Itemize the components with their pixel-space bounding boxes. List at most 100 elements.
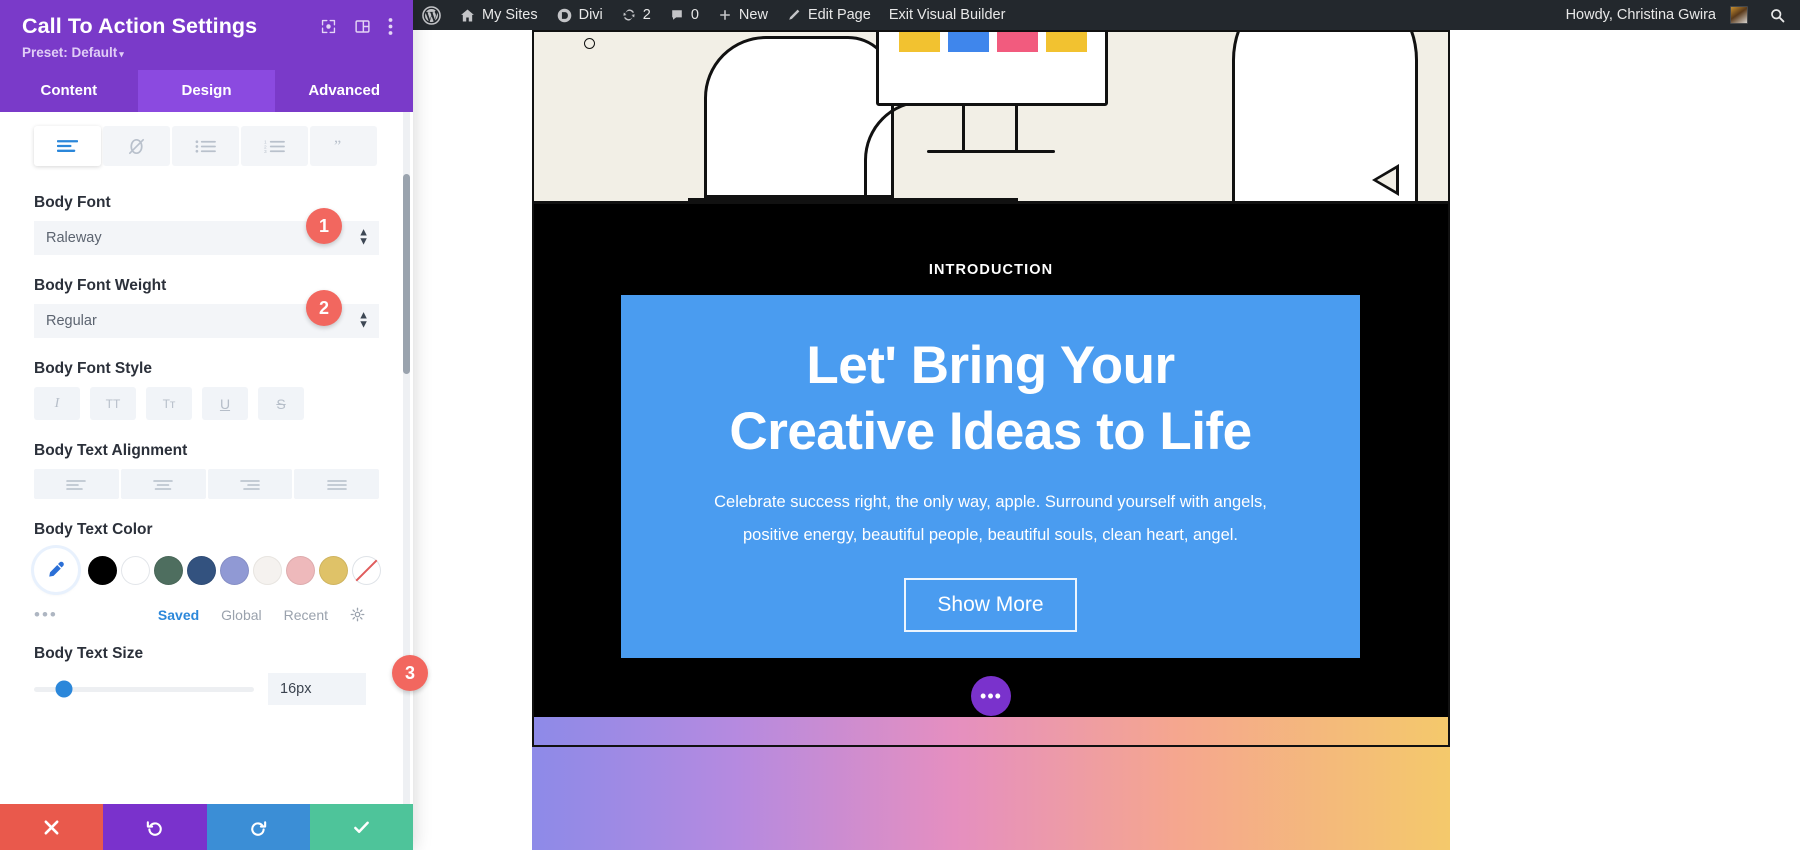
color-tab-recent[interactable]: Recent	[284, 607, 328, 623]
visual-builder-canvas: INTRODUCTION Let' Bring Your Creative Id…	[413, 30, 1800, 850]
module-actions-fab[interactable]: •••	[971, 676, 1011, 716]
cta-show-more-button[interactable]: Show More	[904, 578, 1076, 632]
admin-bar-howdy-label: Howdy, Christina Gwira	[1566, 7, 1716, 23]
field-body-font-style: Body Font Style I TT Tᴛ U S	[0, 360, 413, 420]
align-center-icon[interactable]	[121, 469, 206, 499]
slider-thumb[interactable]	[56, 681, 73, 698]
cta-body-text: Celebrate success right, the only way, a…	[714, 486, 1267, 552]
pencil-icon	[786, 7, 802, 23]
color-swatch-periwinkle[interactable]	[220, 556, 249, 585]
color-tab-global[interactable]: Global	[221, 607, 261, 623]
color-source-tabs: Saved Global Recent	[158, 607, 379, 623]
text-format-toolbar: 123 ”	[0, 112, 413, 172]
illustration-swatch-1	[899, 30, 940, 52]
admin-bar-my-sites-label: My Sites	[482, 7, 538, 23]
color-swatch-black[interactable]	[88, 556, 117, 585]
undo-button[interactable]	[103, 804, 206, 850]
plus-icon	[717, 7, 733, 23]
field-body-font: Body Font Raleway ▲▼	[0, 194, 413, 255]
svg-text:”: ”	[334, 138, 341, 154]
body-text-size-slider[interactable]	[34, 687, 254, 692]
color-swatch-none[interactable]	[352, 556, 381, 585]
color-swatch-white[interactable]	[121, 556, 150, 585]
field-body-font-weight: Body Font Weight Regular ▲▼	[0, 277, 413, 338]
field-body-text-size: Body Text Size 16px	[0, 645, 413, 705]
illustration-monitor-stand	[962, 106, 1018, 152]
play-triangle-inner-icon	[1377, 169, 1396, 191]
color-swatch-green[interactable]	[154, 556, 183, 585]
tab-content[interactable]: Content	[0, 70, 138, 112]
align-right-icon[interactable]	[208, 469, 293, 499]
settings-panel-header: Call To Action Settings Preset: Default▾	[0, 0, 413, 70]
field-body-text-color: Body Text Color •••	[0, 521, 413, 623]
target-expand-icon[interactable]	[320, 18, 337, 35]
body-text-alignment-options	[34, 469, 379, 499]
body-text-alignment-label: Body Text Alignment	[34, 442, 379, 460]
tab-advanced[interactable]: Advanced	[275, 70, 413, 112]
admin-bar-my-sites[interactable]: My Sites	[450, 0, 547, 30]
body-text-size-label: Body Text Size	[34, 645, 379, 663]
scrollbar-thumb[interactable]	[403, 174, 410, 374]
strikethrough-icon[interactable]: S	[258, 387, 304, 420]
blockquote-icon[interactable]: ”	[310, 126, 377, 166]
color-swatch-meta-row: ••• Saved Global Recent	[34, 606, 379, 623]
admin-bar-wordpress-logo[interactable]	[413, 0, 450, 30]
cancel-button[interactable]	[0, 804, 103, 850]
more-colors-icon[interactable]: •••	[34, 606, 58, 623]
color-swatch-offwhite[interactable]	[253, 556, 282, 585]
admin-bar-new[interactable]: New	[708, 0, 777, 30]
settings-tabs: Content Design Advanced	[0, 70, 413, 112]
color-swatch-navy[interactable]	[187, 556, 216, 585]
chevron-updown-icon: ▲▼	[358, 229, 369, 248]
illustration-monitor	[876, 30, 1108, 106]
svg-text:3: 3	[264, 149, 267, 154]
annotation-badge-2: 2	[306, 290, 342, 326]
section-drag-handle-dot[interactable]	[584, 38, 595, 49]
body-text-size-input[interactable]: 16px	[268, 673, 366, 705]
divi-icon	[556, 7, 573, 24]
admin-bar-howdy[interactable]: Howdy, Christina Gwira	[1557, 0, 1757, 30]
preset-selector[interactable]: Preset: Default▾	[22, 45, 397, 60]
admin-bar-search-button[interactable]	[1757, 7, 1800, 24]
color-swatch-row	[34, 548, 379, 592]
admin-bar-right-group: Howdy, Christina Gwira	[1557, 0, 1800, 30]
text-format-icon[interactable]	[34, 126, 101, 166]
color-swatch-gold[interactable]	[319, 556, 348, 585]
cta-body-line-1: Celebrate success right, the only way, a…	[714, 493, 1267, 511]
gear-icon[interactable]	[350, 607, 365, 622]
body-font-style-options: I TT Tᴛ U S	[34, 387, 379, 420]
wordpress-logo-icon	[422, 6, 441, 25]
gradient-footer-section	[532, 717, 1450, 850]
align-justify-icon[interactable]	[294, 469, 379, 499]
redo-button[interactable]	[207, 804, 310, 850]
uppercase-icon[interactable]: TT	[90, 387, 136, 420]
italic-icon[interactable]: I	[34, 387, 80, 420]
color-tab-saved[interactable]: Saved	[158, 607, 199, 623]
module-settings-panel: Call To Action Settings Preset: Default▾	[0, 0, 413, 850]
body-font-value: Raleway	[46, 230, 102, 246]
call-to-action-module[interactable]: Let' Bring Your Creative Ideas to Life C…	[621, 295, 1360, 658]
admin-bar-updates[interactable]: 2	[612, 0, 660, 30]
eyedropper-icon[interactable]	[34, 548, 78, 592]
numbered-list-icon[interactable]: 123	[241, 126, 308, 166]
updates-icon	[621, 7, 637, 23]
capitalize-icon[interactable]: Tᴛ	[146, 387, 192, 420]
bullet-list-icon[interactable]	[172, 126, 239, 166]
admin-bar-exit-label: Exit Visual Builder	[889, 7, 1006, 23]
admin-bar-divi[interactable]: Divi	[547, 0, 612, 30]
layout-columns-icon[interactable]	[354, 18, 371, 35]
color-swatch-pink[interactable]	[286, 556, 315, 585]
align-left-icon[interactable]	[34, 469, 119, 499]
tab-design[interactable]: Design	[138, 70, 276, 112]
kebab-menu-icon[interactable]	[388, 17, 393, 36]
admin-bar-exit-visual-builder[interactable]: Exit Visual Builder	[880, 0, 1015, 30]
save-button[interactable]	[310, 804, 413, 850]
panel-header-icon-group	[320, 17, 397, 36]
underline-icon[interactable]: U	[202, 387, 248, 420]
body-font-style-label: Body Font Style	[34, 360, 379, 378]
admin-bar-edit-page[interactable]: Edit Page	[777, 0, 880, 30]
no-format-icon[interactable]	[103, 126, 170, 166]
admin-bar-comments[interactable]: 0	[660, 0, 708, 30]
illustration-swatch-2	[948, 30, 989, 52]
cta-heading-line-1: Let' Bring Your	[729, 333, 1251, 399]
